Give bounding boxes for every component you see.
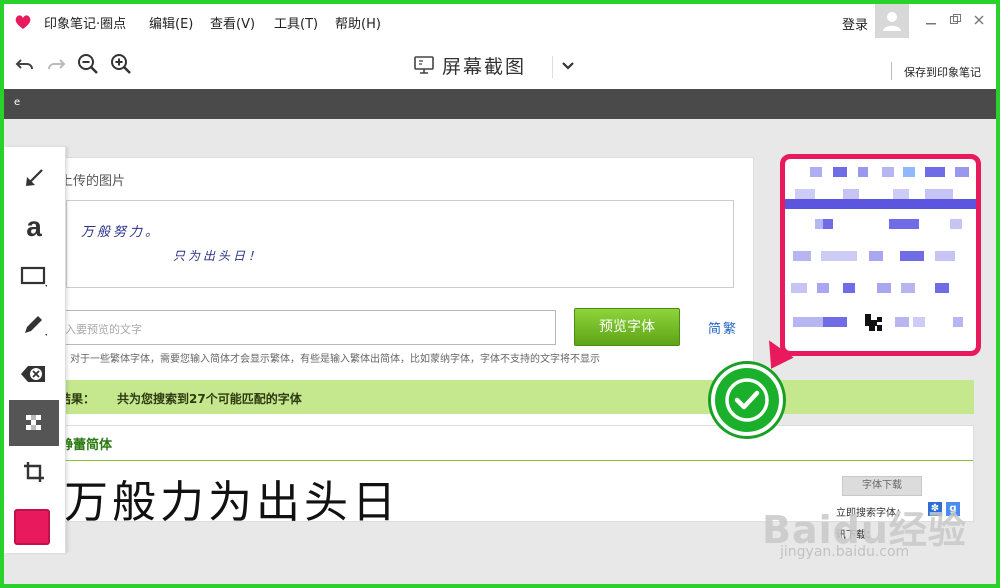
menu-tools[interactable]: 工具(T) — [274, 13, 318, 32]
preview-font-button: 预览字体 — [574, 308, 680, 346]
font-sample-text: 万般力为出头日 — [64, 477, 400, 528]
text-tool-icon: a — [26, 211, 42, 242]
arrow-tool-icon — [26, 169, 43, 186]
upload-title: 上传的图片 — [60, 174, 126, 189]
preview-input-placeholder: 入要预览的文字 — [65, 323, 142, 336]
handwriting-line-1: 万般努力。 — [81, 225, 162, 240]
result-text: 共为您搜索到27个可能匹配的字体 — [117, 392, 302, 406]
annotation-tool-palette: a — [4, 147, 66, 553]
font-download-button: 字体下载 — [842, 476, 922, 496]
mosaic-tool[interactable] — [9, 400, 59, 446]
save-divider — [891, 62, 892, 80]
uploaded-image-box: 万般努力。 只为出头日！ — [66, 200, 734, 288]
screenshot-canvas[interactable]: 上传的图片 万般努力。 只为出头日！ 入要预览的文字 预览字体 简繁 ：对于一些… — [4, 119, 996, 584]
result-bar: 结果： 共为您搜索到27个可能匹配的字体 — [59, 380, 974, 414]
menu-view[interactable]: 查看(V) — [210, 13, 255, 32]
strip-text: e — [14, 97, 21, 108]
menu-help[interactable]: 帮助(H) — [335, 13, 381, 32]
avatar[interactable] — [875, 4, 909, 38]
text-tool[interactable]: a — [9, 204, 59, 250]
app-logo-icon — [15, 15, 31, 29]
toolbar: 屏幕截图 保存到印象笔记 — [4, 40, 996, 89]
close-icon[interactable] — [972, 14, 986, 28]
handwriting-line-2: 只为出头日！ — [173, 249, 264, 263]
menu-app[interactable]: 印象笔记·圈点 — [44, 13, 126, 32]
mosaic-annotation[interactable] — [780, 154, 981, 356]
minimize-icon[interactable] — [924, 14, 938, 28]
eraser-tool-icon — [21, 366, 45, 382]
font-name: 静蕾简体 — [60, 438, 113, 453]
mosaic-tool-icon — [26, 415, 41, 430]
baidu-watermark-url: jingyan.baidu.com — [780, 544, 910, 560]
title-divider — [552, 56, 553, 78]
save-to-evernote-button[interactable]: 保存到印象笔记 — [904, 64, 981, 80]
eraser-tool[interactable] — [9, 351, 59, 397]
checkmark-badge — [711, 364, 783, 436]
capture-header-strip: e — [4, 89, 996, 119]
redo-icon[interactable] — [44, 52, 68, 76]
color-picker-swatch[interactable] — [14, 509, 50, 545]
crop-tool-icon — [24, 462, 44, 482]
pen-tool[interactable] — [9, 302, 59, 348]
zoom-in-icon[interactable] — [109, 52, 133, 76]
document-title: 屏幕截图 — [414, 52, 526, 78]
rectangle-tool[interactable] — [9, 253, 59, 299]
page-title: 屏幕截图 — [442, 55, 527, 78]
crop-tool[interactable] — [9, 449, 59, 495]
hint-text: ：对于一些繁体字体，需要您输入简体才会显示繁体，有些是输入繁体出简体，比如蒙纳字… — [60, 354, 600, 365]
undo-icon[interactable] — [13, 52, 37, 76]
user-icon — [883, 12, 901, 31]
font-divider — [60, 460, 973, 461]
preview-text-input: 入要预览的文字 — [60, 310, 556, 345]
login-link[interactable]: 登录 — [842, 14, 868, 33]
pen-tool-icon — [25, 316, 47, 336]
zoom-out-icon[interactable] — [76, 52, 100, 76]
arrow-tool[interactable] — [9, 155, 59, 201]
monitor-icon — [414, 56, 434, 74]
mosaic-blocks — [785, 167, 976, 331]
checkmark-icon — [725, 378, 769, 422]
app-window: 印象笔记·圈点 编辑(E) 查看(V) 工具(T) 帮助(H) 登录 屏幕截图 … — [4, 4, 996, 584]
simplified-traditional-link: 简繁 — [708, 322, 739, 337]
menu-edit[interactable]: 编辑(E) — [149, 13, 193, 32]
menubar: 印象笔记·圈点 编辑(E) 查看(V) 工具(T) 帮助(H) 登录 — [4, 4, 996, 40]
chevron-down-icon[interactable] — [560, 58, 576, 74]
restore-icon[interactable] — [948, 14, 962, 28]
rectangle-tool-icon — [20, 266, 47, 287]
